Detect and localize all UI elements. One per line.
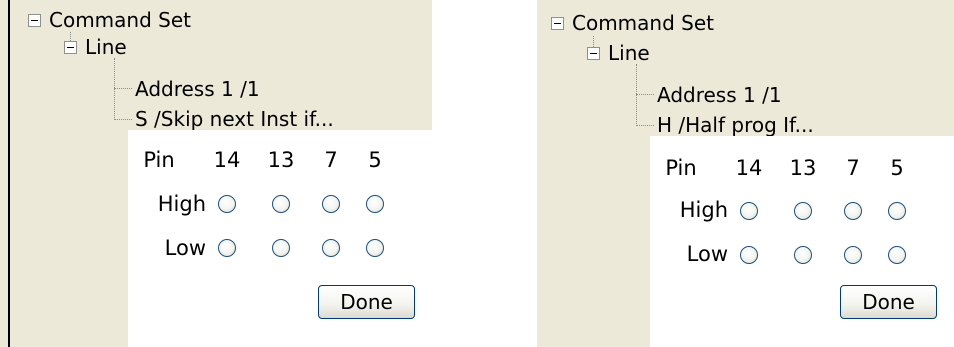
row-label-low: Low xyxy=(686,242,728,266)
radio-high-pin-7[interactable] xyxy=(844,202,862,220)
radio-low-pin-14[interactable] xyxy=(740,246,758,264)
radio-high-pin-13[interactable] xyxy=(272,195,290,213)
radio-high-pin-5[interactable] xyxy=(888,202,906,220)
tree-connector xyxy=(636,64,637,126)
radio-low-pin-13[interactable] xyxy=(272,239,290,257)
radio-low-pin-7[interactable] xyxy=(844,246,862,264)
collapse-icon[interactable] xyxy=(551,16,564,30)
tree-connector xyxy=(636,94,654,95)
tree-node-address[interactable]: Address 1 /1 xyxy=(657,80,782,110)
radio-low-pin-14[interactable] xyxy=(218,239,236,257)
tree-node-label: S /Skip next Inst if... xyxy=(135,107,334,131)
tree-connector xyxy=(114,88,132,89)
tree-node-label: Line xyxy=(608,41,650,65)
tree-node-command-set[interactable]: Command Set xyxy=(551,8,714,38)
collapse-icon[interactable] xyxy=(28,13,41,27)
tree-node-label: Command Set xyxy=(49,8,191,32)
row-label-high: High xyxy=(679,198,728,222)
tree-panel-left: Command Set Line Address 1 /1 S /Skip ne… xyxy=(0,0,432,347)
pin-condition-popup: Pin 14 13 7 5 High Low Done xyxy=(650,136,954,347)
pin-column-header: 7 xyxy=(846,156,860,180)
tree-node-label: Line xyxy=(85,35,127,59)
tree-connector xyxy=(636,125,654,126)
radio-high-pin-14[interactable] xyxy=(740,202,758,220)
pin-condition-popup: Pin 14 13 7 5 High Low Done xyxy=(128,130,432,347)
tree-node-label: Address 1 /1 xyxy=(135,77,260,101)
tree-node-label: Command Set xyxy=(572,11,714,35)
tree-connector xyxy=(114,119,132,120)
radio-low-pin-7[interactable] xyxy=(322,239,340,257)
tree-node-line[interactable]: Line xyxy=(64,32,127,62)
pin-column-header: 5 xyxy=(368,148,382,172)
pin-header: Pin xyxy=(665,156,697,180)
tree-node-command-set[interactable]: Command Set xyxy=(28,5,191,35)
pin-column-header: 7 xyxy=(324,148,338,172)
collapse-icon[interactable] xyxy=(587,46,600,60)
done-button[interactable]: Done xyxy=(840,285,937,319)
collapse-icon[interactable] xyxy=(64,40,77,54)
panel-border xyxy=(8,0,10,347)
pin-column-header: 14 xyxy=(213,148,241,172)
tree-node-line[interactable]: Line xyxy=(587,38,650,68)
radio-high-pin-13[interactable] xyxy=(794,202,812,220)
radio-low-pin-13[interactable] xyxy=(794,246,812,264)
tree-node-label: H /Half prog If... xyxy=(657,113,814,137)
radio-low-pin-5[interactable] xyxy=(366,239,384,257)
radio-high-pin-7[interactable] xyxy=(322,195,340,213)
pin-column-header: 14 xyxy=(735,156,763,180)
tree-node-address[interactable]: Address 1 /1 xyxy=(135,74,260,104)
done-button[interactable]: Done xyxy=(318,285,415,319)
pin-column-header: 13 xyxy=(789,156,817,180)
pin-column-header: 5 xyxy=(890,156,904,180)
tree-panel-right: Command Set Line Address 1 /1 H /Half pr… xyxy=(537,0,954,347)
pin-header: Pin xyxy=(143,148,175,172)
row-label-high: High xyxy=(157,192,206,216)
pin-column-header: 13 xyxy=(267,148,295,172)
radio-low-pin-5[interactable] xyxy=(888,246,906,264)
row-label-low: Low xyxy=(164,236,206,260)
radio-high-pin-14[interactable] xyxy=(218,195,236,213)
radio-high-pin-5[interactable] xyxy=(366,195,384,213)
tree-connector xyxy=(114,58,115,120)
tree-node-label: Address 1 /1 xyxy=(657,83,782,107)
